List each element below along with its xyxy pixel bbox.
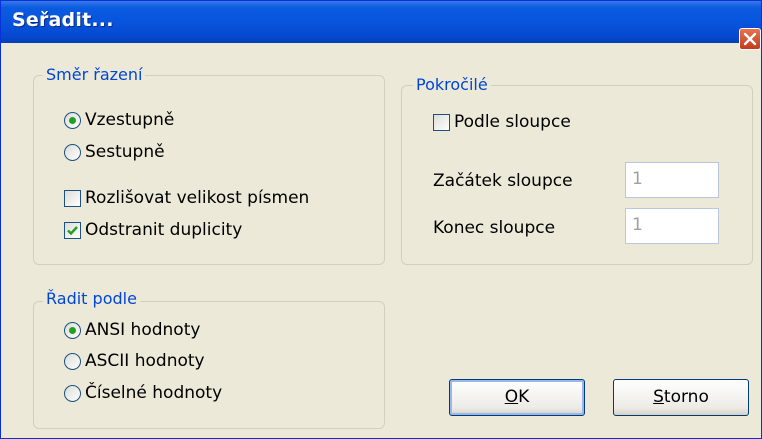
descending-radio-button[interactable] [64, 143, 81, 161]
remove-duplicates-label: Odstranit duplicity [85, 220, 243, 240]
ok-label-rest: K [518, 387, 530, 407]
numeric-radio[interactable]: Číselné hodnoty [64, 382, 222, 404]
ascii-radio-button[interactable] [64, 352, 81, 370]
ok-mnemonic: O [504, 387, 519, 407]
remove-duplicates-box[interactable] [64, 221, 81, 239]
ascending-radio-button[interactable] [64, 111, 81, 129]
sort-direction-legend: Směr řazení [43, 65, 146, 85]
advanced-legend: Pokročilé [413, 75, 491, 95]
checkmark-icon [67, 225, 78, 235]
descending-radio[interactable]: Sestupně [64, 141, 165, 163]
sort-by-legend: Řadit podle [43, 289, 140, 309]
column-start-input[interactable]: 1 [625, 162, 719, 198]
close-icon [743, 32, 757, 46]
numeric-label: Číselné hodnoty [85, 383, 223, 403]
cancel-label-rest: torno [663, 387, 709, 407]
window-title: Seřadit... [12, 9, 114, 31]
descending-label: Sestupně [85, 142, 165, 162]
case-sensitive-label: Rozlišovat velikost písmen [85, 188, 310, 208]
cancel-mnemonic: S [653, 387, 664, 407]
case-sensitive-box[interactable] [64, 189, 81, 207]
ascending-label: Vzestupně [85, 110, 175, 130]
ansi-radio[interactable]: ANSI hodnoty [64, 319, 200, 341]
column-start-label: Začátek sloupce [433, 171, 573, 191]
close-button[interactable] [739, 28, 761, 50]
ascending-radio[interactable]: Vzestupně [64, 109, 174, 131]
remove-duplicates-checkbox[interactable]: Odstranit duplicity [64, 219, 242, 241]
case-sensitive-checkbox[interactable]: Rozlišovat velikost písmen [64, 187, 309, 209]
numeric-radio-button[interactable] [64, 384, 81, 402]
by-column-checkbox[interactable]: Podle sloupce [433, 111, 571, 133]
ansi-radio-button[interactable] [64, 321, 81, 339]
by-column-box[interactable] [433, 113, 450, 131]
ascii-radio[interactable]: ASCII hodnoty [64, 350, 205, 372]
column-end-input[interactable]: 1 [625, 208, 719, 244]
cancel-button[interactable]: Storno [613, 379, 749, 416]
ok-button[interactable]: OK [449, 379, 585, 416]
title-bar[interactable]: Seřadit... [1, 1, 761, 43]
by-column-label: Podle sloupce [454, 112, 571, 132]
column-end-label: Konec sloupce [433, 218, 556, 238]
ascii-label: ASCII hodnoty [85, 351, 205, 371]
ansi-label: ANSI hodnoty [85, 320, 201, 340]
sort-dialog: Seřadit... Směr řazení Vzestupně Sestupn… [0, 0, 762, 439]
